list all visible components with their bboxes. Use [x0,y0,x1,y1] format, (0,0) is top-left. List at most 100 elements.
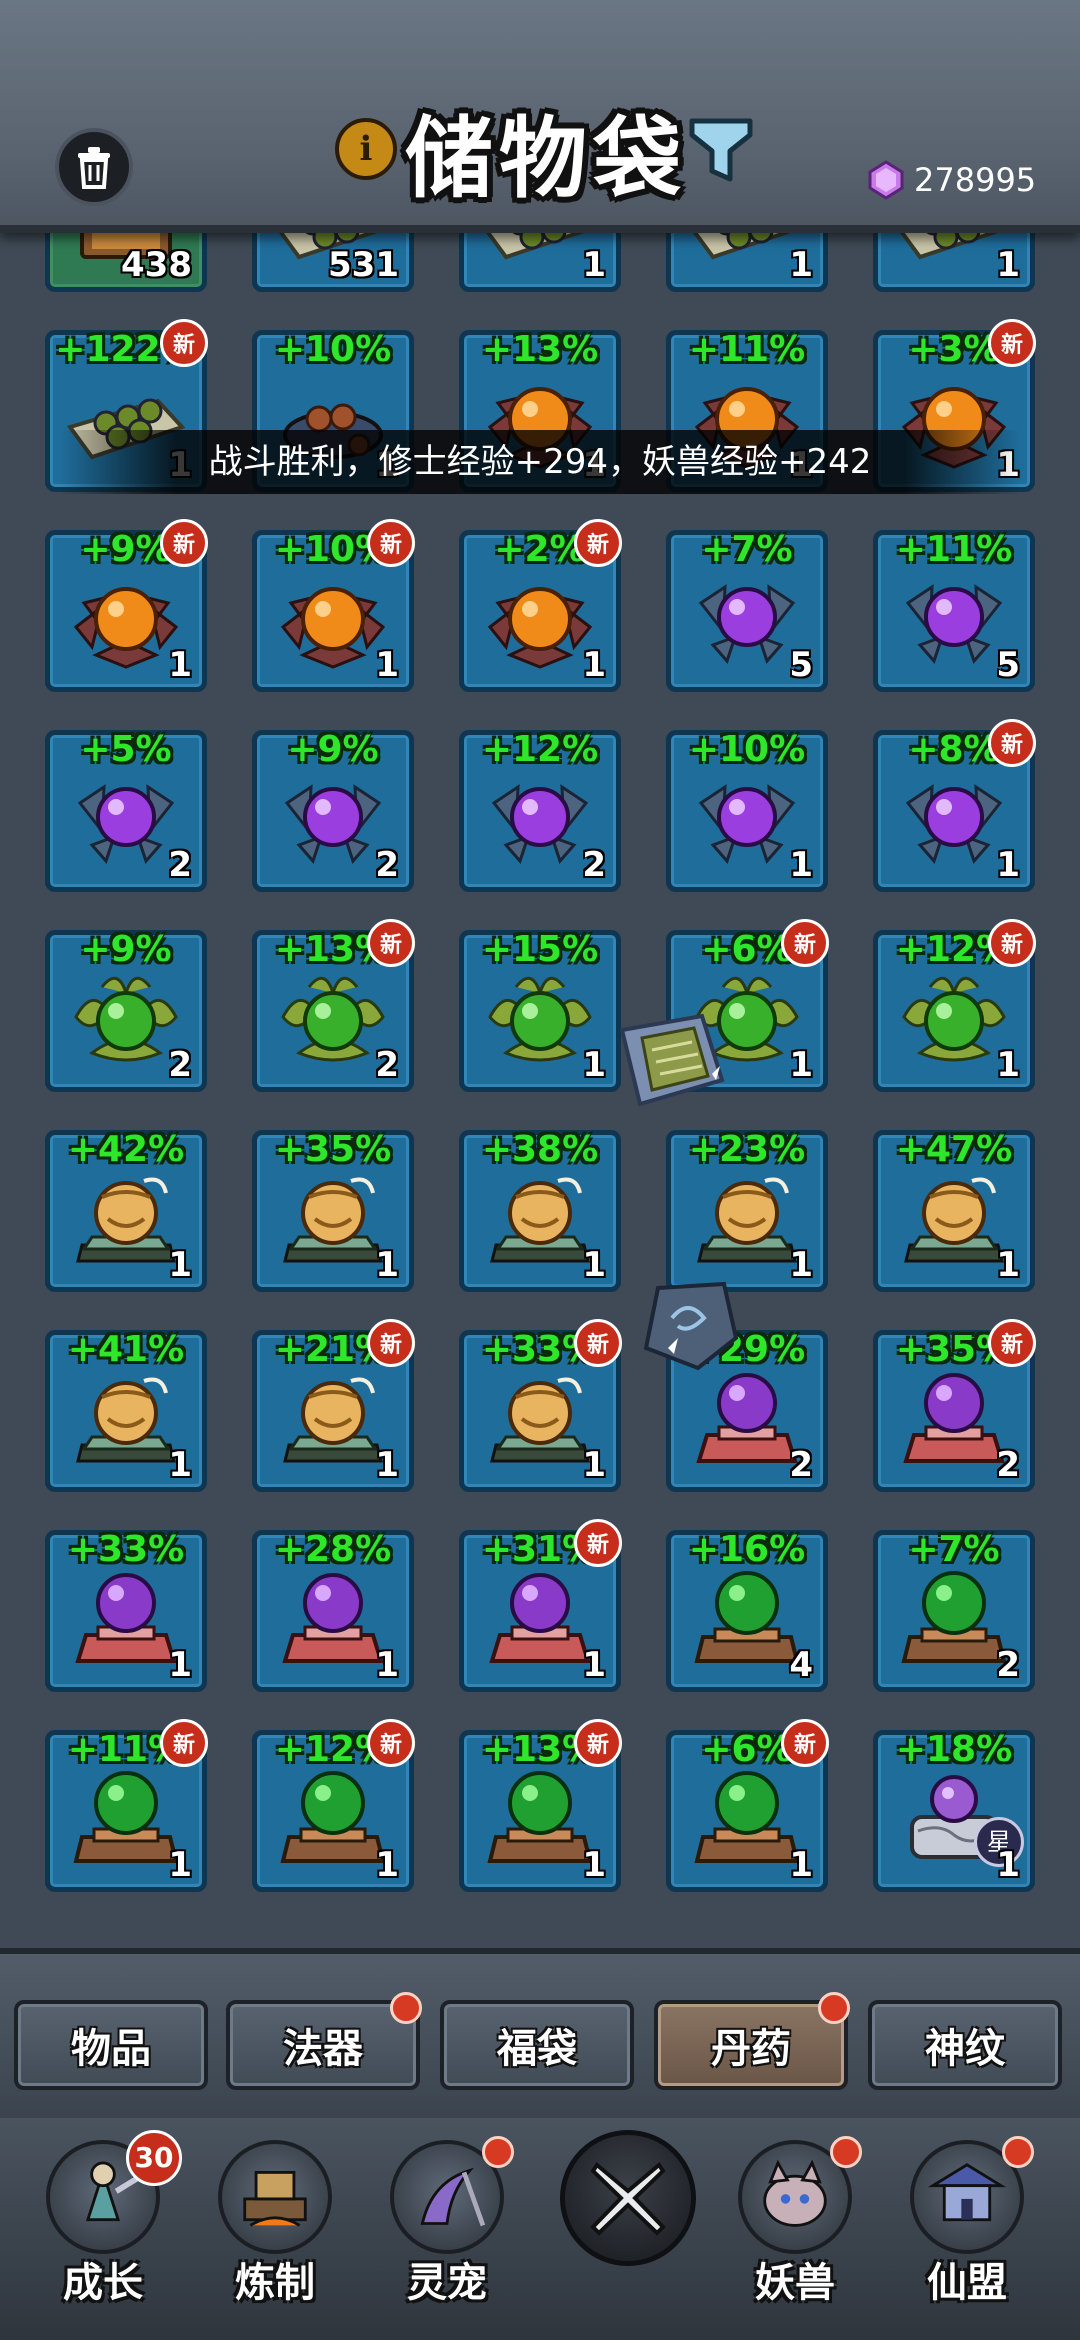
inventory-slot[interactable]: +10% 1 [666,729,828,892]
bonus-label: +41% [67,1329,185,1370]
trash-button[interactable] [55,128,133,206]
inventory-slot[interactable]: +5% 2 [45,729,207,892]
item-count: 1 [996,1045,1020,1085]
item-count: 1 [996,845,1020,885]
inventory-slot[interactable]: +10% 1 新 [252,519,415,692]
tab-0[interactable]: 物品 [14,2000,208,2090]
tab-4[interactable]: 神纹 [868,2000,1062,2090]
new-badge: 新 [367,1719,415,1767]
nav-item-forge-anvil[interactable]: 炼制 [200,2130,350,2330]
green-scroll-drop-icon[interactable] [612,1010,730,1110]
item-count: 2 [168,1045,192,1085]
bonus-label: +16% [688,1529,806,1570]
item-count: 1 [168,645,192,685]
inventory-slot[interactable]: +38% 1 [459,1129,621,1292]
notification-dot [390,1992,422,2024]
new-badge: 新 [988,1319,1036,1367]
item-count: 1 [582,1245,606,1285]
new-badge: 新 [988,719,1036,767]
item-count: 1 [996,245,1020,285]
bonus-label: +7% [908,1529,1000,1570]
purple-gem-icon [868,160,904,200]
new-badge: 新 [367,519,415,567]
new-badge: 新 [367,1319,415,1367]
page-title: 储物袋 [405,106,688,210]
nav-label: 成长 [63,2260,143,2306]
inventory-slot[interactable]: +42% 1 [45,1129,207,1292]
new-badge: 新 [988,919,1036,967]
item-count: 1 [789,1245,813,1285]
inventory-slot[interactable]: +35% 2 新 [873,1319,1036,1492]
nav-item-spirit-pet-scythe[interactable]: 灵宠 [372,2130,522,2330]
tab-2[interactable]: 福袋 [440,2000,634,2090]
close-button[interactable] [560,2130,696,2266]
inventory-slot[interactable]: +28% 1 [252,1529,414,1692]
inventory-slot[interactable]: +16% 4 [666,1529,828,1692]
bonus-label: +10% [274,329,392,370]
inventory-slot[interactable]: +33% 1 [45,1529,207,1692]
item-count: 1 [375,1445,399,1485]
bonus-label: +10% [688,729,806,770]
item-count: 1 [168,1645,192,1685]
item-count: 1 [996,1245,1020,1285]
new-badge: 新 [367,919,415,967]
item-count: 1 [168,1845,192,1885]
item-count: 2 [996,1645,1020,1685]
inventory-slot[interactable]: +31% 1 新 [459,1519,622,1692]
nav-label: 妖兽 [755,2260,835,2306]
bonus-label: +15% [481,929,599,970]
item-count: 2 [582,845,606,885]
bottom-nav: 成长 30 炼制 灵宠 妖兽 仙盟 [0,2118,1080,2340]
bonus-label: +47% [895,1129,1013,1170]
notification-dot [830,2136,862,2168]
item-count: 1 [789,1845,813,1885]
filter-funnel-icon[interactable] [688,115,754,185]
nav-item-growth-warrior[interactable]: 成长 30 [28,2130,182,2330]
inventory-slot[interactable]: +9% 1 新 [45,519,208,692]
bonus-label: +18% [895,1729,1013,1770]
inventory-slot[interactable]: +9% 2 [45,929,207,1092]
inventory-slot[interactable]: +8% 1 新 [873,719,1036,892]
bonus-label: +9% [287,729,379,770]
item-count: 1 [789,845,813,885]
new-badge: 新 [160,319,208,367]
new-badge: 新 [574,519,622,567]
nav-label: 仙盟 [927,2260,1007,2306]
inventory-slot[interactable]: +35% 1 [252,1129,414,1292]
nav-item-demon-beast[interactable]: 妖兽 [720,2130,870,2330]
new-badge: 新 [781,919,829,967]
inventory-slot[interactable]: +33% 1 新 [459,1319,622,1492]
item-count: 1 [582,1645,606,1685]
inventory-slot[interactable]: +47% 1 [873,1129,1035,1292]
inventory-slot[interactable]: +6% 1 新 [666,1719,829,1892]
inventory-slot[interactable]: +11% 5 [873,529,1035,692]
inventory-slot[interactable]: +23% 1 [666,1129,828,1292]
inventory-slot[interactable]: +9% 2 [252,729,414,892]
rune-stone-drop-icon[interactable] [638,1278,742,1374]
inventory-slot[interactable]: +13% 1 新 [459,1719,622,1892]
nav-item-immortal-alliance-pavilion[interactable]: 仙盟 [892,2130,1042,2330]
inventory-slot[interactable]: +41% 1 [45,1329,207,1492]
currency-value: 278995 [914,161,1037,199]
tab-label: 福袋 [497,2026,577,2072]
info-icon[interactable]: i [335,118,397,180]
new-badge: 新 [574,1519,622,1567]
currency-display: 278995 [866,160,1036,200]
inventory-slot[interactable]: +11% 1 新 [45,1719,208,1892]
forge-anvil-icon [243,2170,307,2227]
inventory-slot[interactable]: +21% 1 新 [252,1319,415,1492]
item-count: 1 [375,1845,399,1885]
inventory-slot[interactable]: +12% 1 新 [252,1719,415,1892]
tab-1[interactable]: 法器 [226,1992,422,2090]
tab-3[interactable]: 丹药 [654,1992,850,2090]
nav-label: 炼制 [235,2260,315,2306]
inventory-slot[interactable]: +12% 2 [459,729,621,892]
item-count: 5 [789,645,813,685]
inventory-slot[interactable]: +2% 1 新 [459,519,622,692]
inventory-slot[interactable]: +7% 2 [873,1529,1035,1692]
inventory-slot[interactable]: +18% 星 1 [873,1729,1035,1892]
inventory-slot[interactable]: +13% 2 新 [252,919,415,1092]
inventory-slot[interactable]: +7% 5 [666,529,828,692]
inventory-slot[interactable]: +12% 1 新 [873,919,1036,1092]
inventory-slot[interactable]: +15% 1 [459,929,621,1092]
